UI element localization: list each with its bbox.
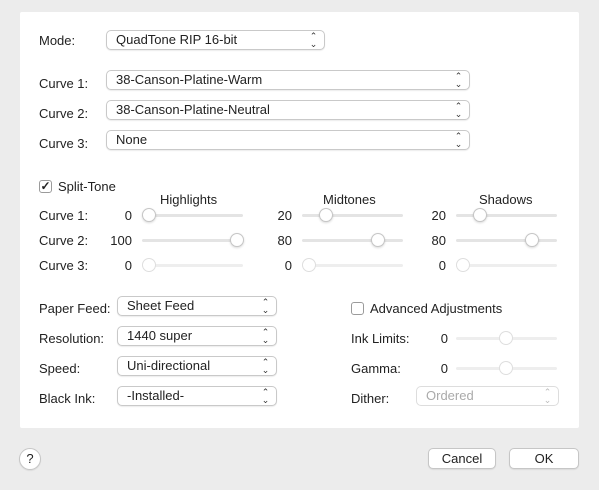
split-curve-3-shadows-slider[interactable] — [456, 264, 557, 267]
mode-popup[interactable]: QuadTone RIP 16-bit ⌃ ⌄ — [106, 30, 325, 50]
dither-popup[interactable]: Ordered ⌃ ⌄ — [416, 386, 559, 406]
split-curve-3-highlights-value: 0 — [124, 258, 132, 273]
dither-label: Dither: — [351, 391, 390, 406]
dither-value: Ordered — [426, 388, 474, 403]
resolution-label: Resolution: — [39, 331, 105, 346]
curve-1-value: 38-Canson-Platine-Warm — [116, 72, 263, 87]
curve-1-label: Curve 1: — [39, 76, 89, 91]
cancel-button[interactable]: Cancel — [428, 448, 496, 469]
mode-value: QuadTone RIP 16-bit — [116, 32, 238, 47]
mode-label: Mode: — [39, 33, 76, 48]
midtones-header: Midtones — [323, 192, 376, 207]
slider-knob[interactable] — [456, 258, 470, 272]
split-curve-3-highlights-slider[interactable] — [142, 264, 243, 267]
slider-knob[interactable] — [525, 233, 539, 247]
curve-1-popup[interactable]: 38-Canson-Platine-Warm ⌃ ⌄ — [106, 70, 470, 90]
curve-2-value: 38-Canson-Platine-Neutral — [116, 102, 270, 117]
paper-feed-label: Paper Feed: — [39, 301, 111, 316]
split-curve-3-label: Curve 3: — [39, 258, 89, 273]
speed-value: Uni-directional — [127, 358, 211, 373]
split-curve-1-label: Curve 1: — [39, 208, 89, 223]
paper-feed-value: Sheet Feed — [127, 298, 195, 313]
slider-knob[interactable] — [499, 331, 513, 345]
highlights-header: Highlights — [160, 192, 218, 207]
split-tone-label: Split-Tone — [58, 179, 116, 194]
slider-knob[interactable] — [499, 361, 513, 375]
split-curve-3-midtones-value: 0 — [284, 258, 292, 273]
curve-3-label: Curve 3: — [39, 136, 89, 151]
split-tone-checkbox[interactable]: ✓ — [39, 180, 52, 193]
up-down-chevron-icon: ⌃ ⌄ — [454, 131, 463, 149]
paper-feed-popup[interactable]: Sheet Feed ⌃ ⌄ — [117, 296, 277, 316]
up-down-chevron-icon: ⌃ ⌄ — [261, 327, 270, 345]
ink-limits-label: Ink Limits: — [351, 331, 410, 346]
up-down-chevron-icon: ⌃ ⌄ — [261, 357, 270, 375]
split-curve-1-highlights-value: 0 — [124, 208, 132, 223]
up-down-chevron-icon: ⌃ ⌄ — [261, 297, 270, 315]
shadows-header: Shadows — [479, 192, 533, 207]
slider-knob[interactable] — [142, 208, 156, 222]
split-curve-1-midtones-slider[interactable] — [302, 214, 403, 217]
curve-2-popup[interactable]: 38-Canson-Platine-Neutral ⌃ ⌄ — [106, 100, 470, 120]
gamma-value: 0 — [440, 361, 448, 376]
split-curve-2-highlights-slider[interactable] — [142, 239, 243, 242]
slider-knob[interactable] — [371, 233, 385, 247]
split-curve-2-shadows-slider[interactable] — [456, 239, 557, 242]
split-curve-1-highlights-slider[interactable] — [142, 214, 243, 217]
checkmark-icon: ✓ — [40, 179, 51, 193]
ink-limits-value: 0 — [440, 331, 448, 346]
slider-knob[interactable] — [302, 258, 316, 272]
help-button[interactable]: ? — [19, 448, 41, 470]
up-down-chevron-icon: ⌃ ⌄ — [454, 101, 463, 119]
split-curve-2-shadows-value: 80 — [431, 233, 446, 248]
curve-3-value: None — [116, 132, 148, 147]
gamma-label: Gamma: — [351, 361, 401, 376]
split-curve-1-shadows-value: 20 — [431, 208, 446, 223]
split-curve-2-midtones-slider[interactable] — [302, 239, 403, 242]
advanced-adjustments-checkbox[interactable] — [351, 302, 364, 315]
split-curve-2-highlights-value: 100 — [110, 233, 132, 248]
split-curve-2-label: Curve 2: — [39, 233, 89, 248]
slider-knob[interactable] — [319, 208, 333, 222]
slider-knob[interactable] — [473, 208, 487, 222]
ok-button[interactable]: OK — [509, 448, 579, 469]
slider-knob[interactable] — [142, 258, 156, 272]
resolution-popup[interactable]: 1440 super ⌃ ⌄ — [117, 326, 277, 346]
up-down-chevron-icon: ⌃ ⌄ — [309, 31, 318, 49]
split-curve-3-shadows-value: 0 — [438, 258, 446, 273]
black-ink-label: Black Ink: — [39, 391, 96, 406]
up-down-chevron-icon: ⌃ ⌄ — [454, 71, 463, 89]
split-curve-1-midtones-value: 20 — [277, 208, 292, 223]
black-ink-popup[interactable]: -Installed- ⌃ ⌄ — [117, 386, 277, 406]
split-curve-3-midtones-slider[interactable] — [302, 264, 403, 267]
advanced-adjustments-label: Advanced Adjustments — [370, 301, 503, 316]
curve-2-label: Curve 2: — [39, 106, 89, 121]
speed-popup[interactable]: Uni-directional ⌃ ⌄ — [117, 356, 277, 376]
split-curve-2-midtones-value: 80 — [277, 233, 292, 248]
black-ink-value: -Installed- — [127, 388, 185, 403]
curve-3-popup[interactable]: None ⌃ ⌄ — [106, 130, 470, 150]
speed-label: Speed: — [39, 361, 81, 376]
up-down-chevron-icon: ⌃ ⌄ — [543, 387, 552, 405]
split-curve-1-shadows-slider[interactable] — [456, 214, 557, 217]
up-down-chevron-icon: ⌃ ⌄ — [261, 387, 270, 405]
slider-knob[interactable] — [230, 233, 244, 247]
resolution-value: 1440 super — [127, 328, 193, 343]
